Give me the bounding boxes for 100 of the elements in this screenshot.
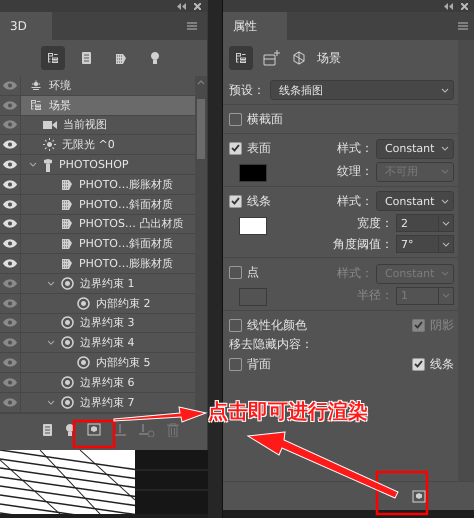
tree-item[interactable]: PHOTO…膨胀材质 xyxy=(21,254,195,273)
tree-item[interactable]: PHOTOSHOP xyxy=(21,155,195,174)
menu-icon[interactable] xyxy=(458,22,468,30)
field-label: 角度阈值： xyxy=(333,236,393,252)
tree-item[interactable]: 内部约束 5 xyxy=(21,353,195,372)
style-dropdown[interactable]: Constant xyxy=(376,138,454,158)
eye-icon[interactable] xyxy=(3,239,17,248)
sun-icon xyxy=(43,138,56,152)
checkbox[interactable] xyxy=(229,318,242,332)
tree-item-label: PHOTOSHOP xyxy=(59,158,128,172)
eye-icon[interactable] xyxy=(3,200,17,209)
checkbox[interactable] xyxy=(412,358,425,370)
caret-icon xyxy=(441,169,449,174)
checkbox-label: 线性化颜色 xyxy=(247,316,307,334)
field-label: 宽度： xyxy=(357,214,393,232)
ring-icon xyxy=(61,316,74,330)
tree-item[interactable]: 边界约束 7 xyxy=(21,392,195,412)
angle-combo[interactable]: 7° xyxy=(396,235,454,253)
tree-item[interactable]: 边界约束 4 xyxy=(21,333,195,352)
caret-icon xyxy=(441,88,449,92)
light-bulb-icon xyxy=(150,51,160,65)
panel-tab[interactable]: 3D xyxy=(0,12,52,40)
checkbox-label: 点 xyxy=(247,264,259,280)
cube-mesh-icon xyxy=(81,51,92,65)
add-mesh-icon[interactable] xyxy=(263,50,281,66)
checkbox-label: 表面 xyxy=(247,140,271,156)
tree-item-label: 环境 xyxy=(49,78,71,93)
tree-item-label: 边界约束 7 xyxy=(80,394,134,410)
color-swatch[interactable] xyxy=(239,164,267,182)
tree-item[interactable]: PHOTO…斜面材质 xyxy=(21,194,195,214)
chevron-icon[interactable] xyxy=(47,340,55,346)
material-icon xyxy=(61,237,73,250)
menu-icon[interactable] xyxy=(187,22,197,30)
close-icon[interactable] xyxy=(194,2,201,10)
tree-item[interactable]: PHOTO…膨胀材质 xyxy=(21,174,195,194)
caret-icon xyxy=(441,198,449,204)
checkbox-label: 线条 xyxy=(430,356,454,372)
caret-icon xyxy=(441,146,449,151)
checkbox[interactable] xyxy=(229,142,242,154)
checkbox[interactable] xyxy=(229,266,242,278)
mode-label: 场景 xyxy=(317,50,341,66)
checkbox[interactable] xyxy=(412,318,425,332)
tree-item[interactable]: 环境 xyxy=(21,76,195,95)
eye-icon[interactable] xyxy=(3,160,17,170)
eye-icon[interactable] xyxy=(3,140,17,150)
material-icon xyxy=(114,52,126,64)
color-swatch[interactable] xyxy=(239,288,267,306)
tree-item-label: 无限光 ^0 xyxy=(62,137,115,152)
field-label: 纹理： xyxy=(337,163,373,180)
render-icon[interactable] xyxy=(412,490,426,502)
section-label: 移去隐藏内容： xyxy=(229,336,314,353)
width-combo[interactable]: 2 xyxy=(396,214,454,232)
eye-icon[interactable] xyxy=(3,219,17,228)
ring-icon xyxy=(61,376,74,389)
tree-item[interactable]: 当前视图 xyxy=(21,116,195,134)
checkbox[interactable] xyxy=(229,358,242,370)
tree-item[interactable]: 场景 xyxy=(21,96,195,115)
coordinates-icon[interactable] xyxy=(291,50,307,66)
tree-item-label: 边界约束 4 xyxy=(80,335,134,350)
tree-item[interactable]: 内部约束 2 xyxy=(21,294,195,313)
ring-icon xyxy=(61,336,74,350)
scene-mode-button[interactable] xyxy=(229,46,253,70)
annotation-text: 点击即可进行渲染 xyxy=(208,398,368,425)
scrollbar-thumb[interactable] xyxy=(197,99,205,159)
tree-item-label: PHOTOS… 凸出材质 xyxy=(79,216,184,232)
checkbox[interactable] xyxy=(229,194,242,208)
collapse-icon[interactable] xyxy=(177,2,186,10)
eye-icon[interactable] xyxy=(3,259,17,268)
scroll-up-icon[interactable] xyxy=(197,80,205,85)
tree-item[interactable]: 边界约束 3 xyxy=(21,314,195,332)
render-icon[interactable] xyxy=(87,423,101,436)
caret-icon xyxy=(442,242,450,246)
field-label: 样式： xyxy=(337,140,373,157)
tree-item[interactable]: 无限光 ^0 xyxy=(21,135,195,154)
ring-icon xyxy=(77,296,90,310)
close-icon[interactable] xyxy=(461,2,468,10)
collapse-icon[interactable] xyxy=(444,2,453,10)
chevron-icon[interactable] xyxy=(29,162,37,168)
checkbox-label: 线条 xyxy=(247,192,271,210)
mode-tab[interactable] xyxy=(40,46,64,70)
tree-item-label: 边界约束 3 xyxy=(80,315,134,330)
eye-icon[interactable] xyxy=(3,180,17,189)
tree-item[interactable]: PHOTOS… 凸出材质 xyxy=(21,214,195,234)
tree-item[interactable]: 边界约束 6 xyxy=(21,372,195,392)
chevron-icon[interactable] xyxy=(47,400,55,405)
tree-item-label: 边界约束 1 xyxy=(80,276,134,291)
mesh-icon xyxy=(43,158,53,172)
tree-item-label: PHOTO…斜面材质 xyxy=(79,236,173,252)
material-icon xyxy=(61,178,73,191)
material-icon xyxy=(61,198,73,211)
style-dropdown[interactable]: Constant xyxy=(376,191,454,211)
color-swatch[interactable] xyxy=(239,217,267,235)
panel-tab[interactable]: 属性 xyxy=(223,12,287,40)
tree-item-label: 边界约束 6 xyxy=(80,374,134,390)
preset-dropdown[interactable]: 线条插图 xyxy=(270,80,454,100)
tree-item[interactable]: 边界约束 1 xyxy=(21,274,195,293)
tree-item[interactable]: PHOTO…斜面材质 xyxy=(21,234,195,254)
checkbox[interactable] xyxy=(229,112,242,126)
material-icon xyxy=(61,257,73,270)
chevron-icon[interactable] xyxy=(47,280,55,286)
